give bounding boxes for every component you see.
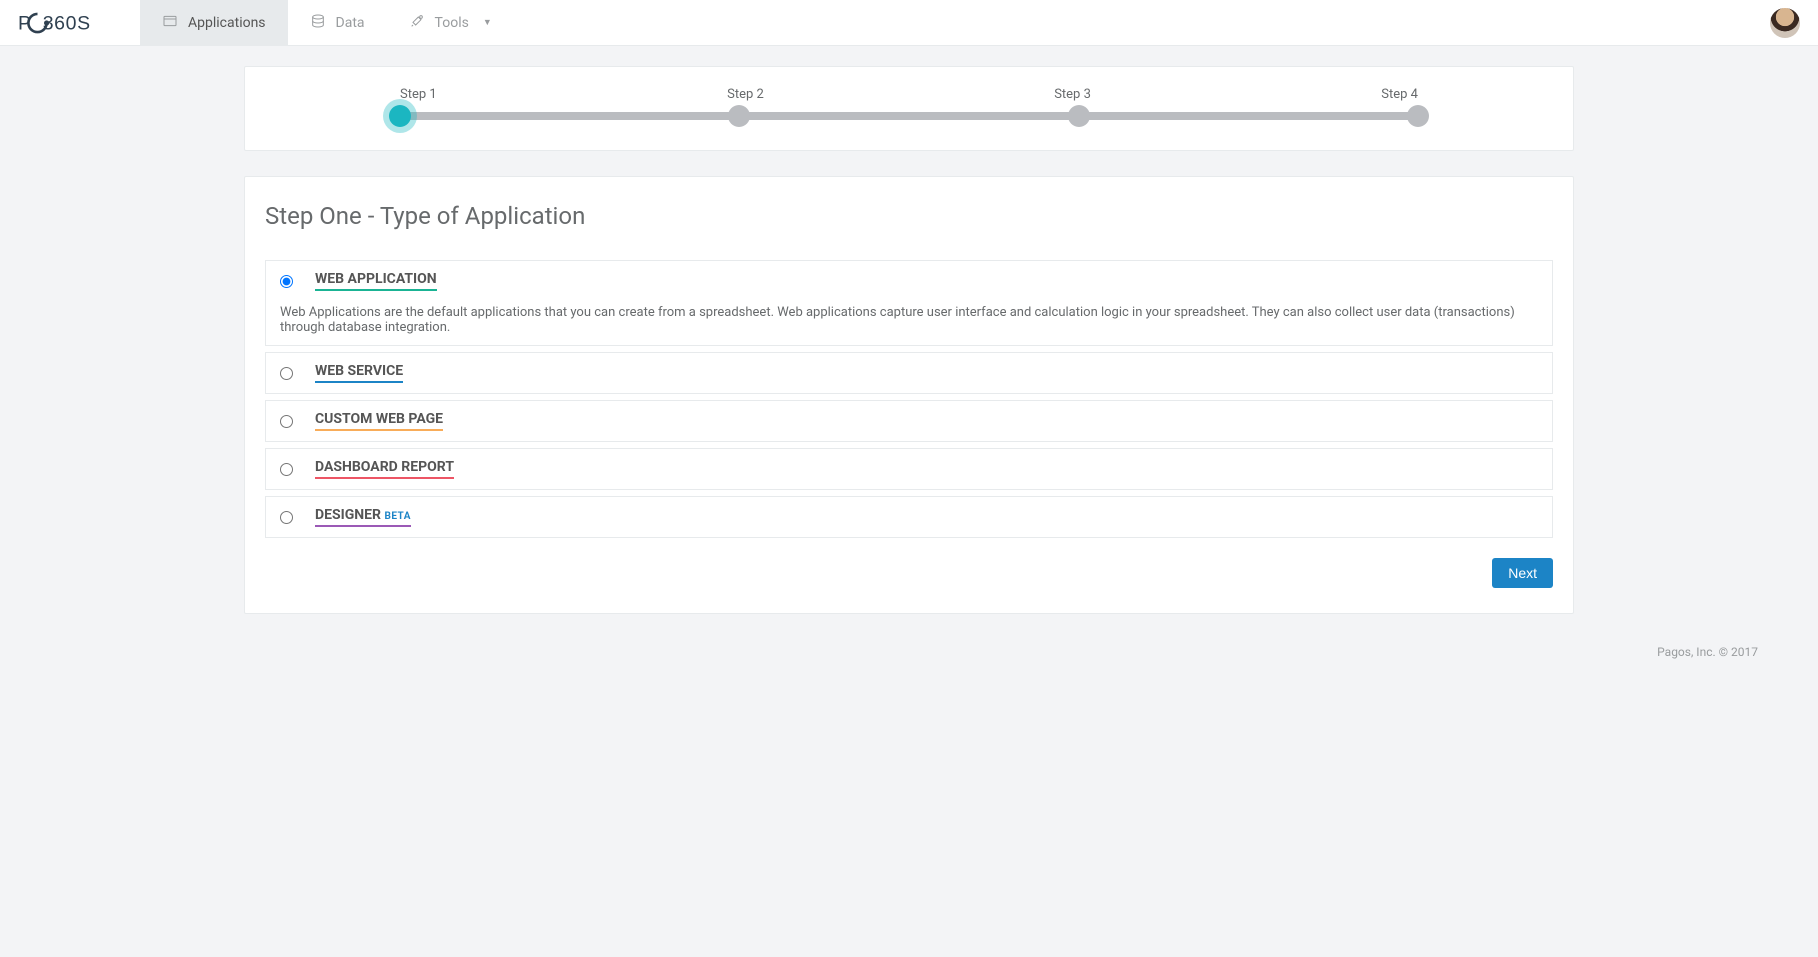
nav-data[interactable]: Data bbox=[288, 0, 387, 45]
radio-dashboard-report[interactable] bbox=[280, 463, 293, 476]
nav-applications[interactable]: Applications bbox=[140, 0, 288, 45]
next-button[interactable]: Next bbox=[1492, 558, 1553, 588]
option-web-service[interactable]: WEB SERVICE bbox=[265, 352, 1553, 394]
option-dashboard-report-label: DASHBOARD REPORT bbox=[315, 459, 454, 479]
option-web-service-label: WEB SERVICE bbox=[315, 363, 403, 383]
user-avatar[interactable] bbox=[1770, 8, 1800, 38]
step-dot-4[interactable] bbox=[1407, 105, 1429, 127]
footer-text: Pagos, Inc. © 2017 bbox=[0, 639, 1818, 679]
svg-text:360S: 360S bbox=[43, 12, 91, 34]
top-nav: P 360S Applications Data Tools ▼ bbox=[0, 0, 1818, 46]
content-panel: Step One - Type of Application WEB APPLI… bbox=[244, 176, 1574, 614]
stepper-panel: Step 1 Step 2 Step 3 Step 4 bbox=[244, 66, 1574, 151]
radio-web-service[interactable] bbox=[280, 367, 293, 380]
radio-custom-web-page[interactable] bbox=[280, 415, 293, 428]
option-custom-web-page-label: CUSTOM WEB PAGE bbox=[315, 411, 443, 431]
step-dot-1[interactable] bbox=[389, 105, 411, 127]
nav-data-label: Data bbox=[336, 15, 365, 31]
logo[interactable]: P 360S bbox=[0, 0, 140, 45]
application-icon bbox=[162, 13, 178, 33]
option-web-application-desc: Web Applications are the default applica… bbox=[280, 305, 1538, 335]
tools-icon bbox=[409, 13, 425, 33]
step-2-label: Step 2 bbox=[727, 87, 764, 102]
chevron-down-icon: ▼ bbox=[483, 17, 492, 28]
step-4-label: Step 4 bbox=[1381, 87, 1418, 102]
option-designer[interactable]: DESIGNER BETA bbox=[265, 496, 1553, 538]
option-dashboard-report[interactable]: DASHBOARD REPORT bbox=[265, 448, 1553, 490]
option-web-application-label: WEB APPLICATION bbox=[315, 271, 437, 291]
step-1-label: Step 1 bbox=[400, 87, 437, 102]
beta-badge: BETA bbox=[384, 511, 411, 522]
database-icon bbox=[310, 13, 326, 33]
step-dot-2[interactable] bbox=[728, 105, 750, 127]
radio-web-application[interactable] bbox=[280, 275, 293, 288]
radio-designer[interactable] bbox=[280, 511, 293, 524]
page-title: Step One - Type of Application bbox=[265, 202, 1553, 230]
nav-applications-label: Applications bbox=[188, 15, 266, 31]
step-track bbox=[400, 112, 1418, 120]
option-custom-web-page[interactable]: CUSTOM WEB PAGE bbox=[265, 400, 1553, 442]
nav-tools-label: Tools bbox=[435, 15, 469, 31]
step-dot-3[interactable] bbox=[1068, 105, 1090, 127]
option-designer-label: DESIGNER BETA bbox=[315, 507, 411, 527]
step-3-label: Step 3 bbox=[1054, 87, 1091, 102]
nav-tools[interactable]: Tools ▼ bbox=[387, 0, 514, 45]
option-web-application[interactable]: WEB APPLICATION Web Applications are the… bbox=[265, 260, 1553, 346]
